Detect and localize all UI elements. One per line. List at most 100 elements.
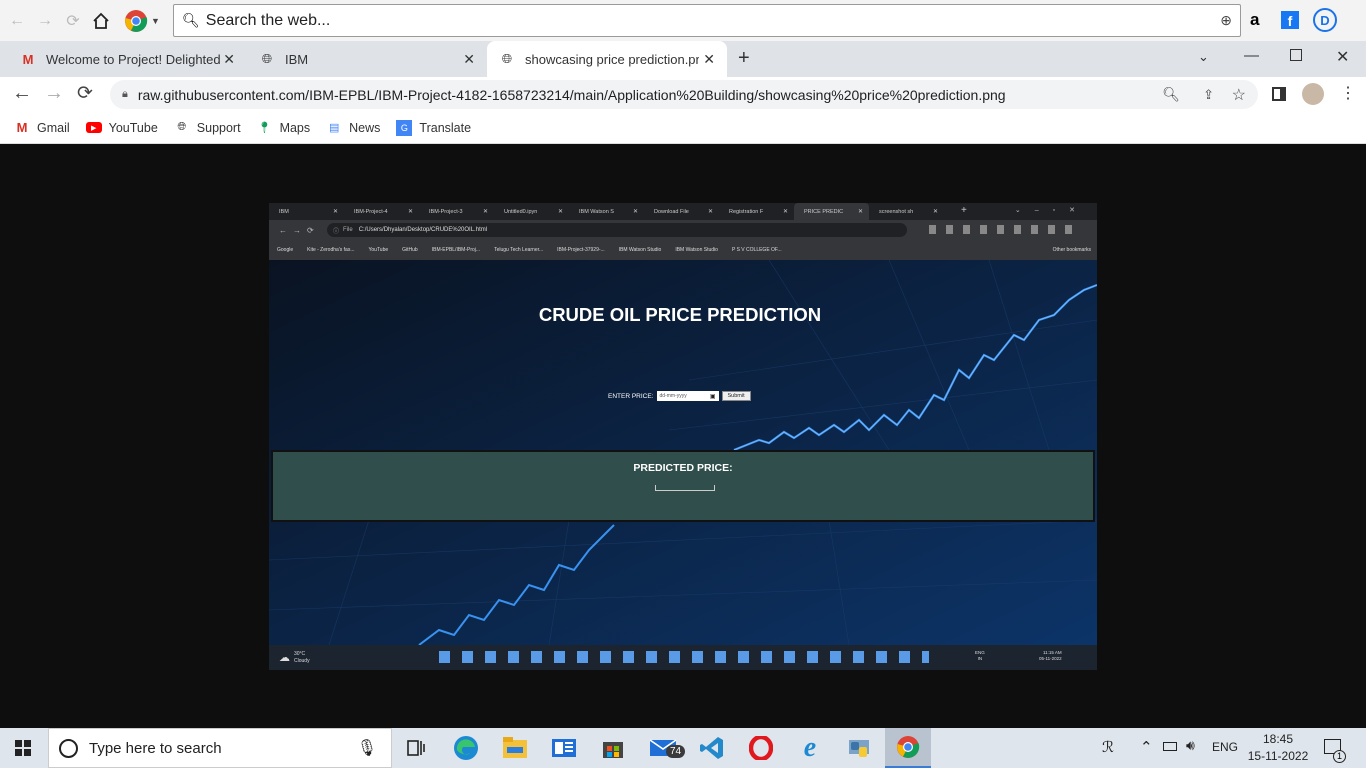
chrome-taskbar-icon[interactable]: [885, 728, 931, 768]
enter-price-form: ENTER PRICE: dd-mm-yyyy ▣ Submit: [608, 391, 751, 401]
tab-gmail[interactable]: M Welcome to Project! Delighted to ✕: [0, 41, 247, 77]
microphone-icon[interactable]: 🎙︎: [357, 738, 377, 758]
new-tab-icon[interactable]: +: [738, 47, 750, 70]
reload-icon[interactable]: ⟳: [62, 10, 84, 32]
tab-showcasing[interactable]: 🌐︎ showcasing price prediction.png ✕: [487, 41, 727, 77]
bookmark-maps[interactable]: 📍︎ Maps: [257, 120, 311, 136]
inner-bookmark: IBM Watson Studio: [618, 247, 662, 253]
bookmark-translate[interactable]: G Translate: [396, 119, 471, 136]
inner-tab: screenshot sh ✕: [879, 208, 938, 216]
reload-icon[interactable]: ⟳: [77, 82, 93, 105]
inner-tab: IBM-Project-3 ✕: [429, 208, 488, 216]
file-explorer-icon[interactable]: [492, 728, 538, 768]
opera-icon[interactable]: [738, 728, 784, 768]
web-search-input[interactable]: [205, 11, 1186, 30]
inner-close-tab-icon: ✕: [332, 209, 338, 215]
bookmark-support[interactable]: 🌐︎ Support: [174, 120, 240, 136]
inner-close-tab-icon: ✕: [407, 209, 413, 215]
inner-close-tab-icon: ✕: [482, 209, 488, 215]
enter-price-label: ENTER PRICE:: [608, 392, 654, 400]
url-text[interactable]: raw.githubusercontent.com/IBM-EPBL/IBM-P…: [138, 87, 1006, 103]
news-app-icon[interactable]: [541, 728, 587, 768]
web-search-box[interactable]: 🔍︎ ⊕: [173, 4, 1241, 37]
inner-close-tab-icon: ✕: [632, 209, 638, 215]
facebook-icon[interactable]: f: [1281, 11, 1299, 29]
address-bar: ← → ⟳ 🔒︎ raw.githubusercontent.com/IBM-E…: [0, 77, 1366, 112]
share-icon[interactable]: ⇪: [1203, 87, 1214, 103]
taskbar-search-box[interactable]: Type here to search 🎙︎: [48, 728, 392, 768]
inner-tab: Download File ✕: [654, 208, 713, 216]
displayed-screenshot: IBM ✕ IBM-Project-4 ✕ IBM-Project-3 ✕ Untitled…: [269, 203, 1097, 670]
amazon-icon[interactable]: a: [1250, 10, 1259, 30]
lock-icon: 🔒︎: [122, 88, 128, 100]
forward-icon[interactable]: →: [34, 10, 56, 32]
inner-bookmarks-bar: Google Kite - Zerodha's fas... YouTube GitH…: [269, 240, 1097, 260]
inner-weather-icon: ☁: [279, 652, 290, 664]
profile-avatar[interactable]: [1302, 83, 1324, 105]
notification-badge: 1: [1333, 750, 1346, 763]
close-tab-icon[interactable]: ✕: [463, 51, 475, 68]
show-hidden-icons[interactable]: ⌃: [1140, 738, 1153, 756]
windows-taskbar: Type here to search 🎙︎ 74 e ℛ ⌃ 🔊︎ ENG 1…: [0, 728, 1366, 768]
restore-icon[interactable]: [1290, 49, 1302, 61]
back-icon[interactable]: ←: [12, 82, 32, 105]
python-icon[interactable]: [836, 728, 882, 768]
inner-bookmark: IBM-Project-37929-...: [557, 247, 605, 253]
zoom-search-icon[interactable]: ⊕: [1220, 12, 1232, 29]
back-icon[interactable]: ←: [6, 10, 28, 32]
inner-close-tab-icon: ✕: [932, 209, 938, 215]
date-input[interactable]: dd-mm-yyyy ▣: [656, 391, 719, 401]
profile-d-icon[interactable]: D: [1313, 8, 1337, 32]
forward-icon[interactable]: →: [44, 82, 64, 105]
tab-ibm[interactable]: 🌐︎ IBM ✕: [247, 41, 487, 77]
windows-start-icon[interactable]: [0, 728, 46, 768]
close-tab-icon[interactable]: ✕: [703, 51, 715, 68]
home-icon[interactable]: [90, 10, 112, 32]
bookmark-news[interactable]: ▤ News: [326, 120, 380, 136]
menu-kebab-icon[interactable]: ⋮: [1340, 83, 1356, 103]
globe-icon: 🌐︎: [261, 51, 273, 66]
clock[interactable]: 18:45 15-11-2022: [1246, 731, 1310, 765]
gmail-icon: M: [16, 120, 28, 135]
bookmark-star-icon[interactable]: ☆: [1232, 85, 1246, 105]
globe-icon: 🌐︎: [177, 121, 187, 133]
task-view-icon[interactable]: [393, 728, 439, 768]
bookmark-youtube[interactable]: ▶ YouTube: [85, 121, 158, 135]
side-panel-icon[interactable]: [1272, 87, 1286, 101]
inner-taskbar: ☁ 30°C Cloudy ENG IN 11:15 AM 05-11-2022: [269, 645, 1097, 670]
close-tab-icon[interactable]: ✕: [223, 51, 235, 68]
language-indicator[interactable]: ENG: [1212, 740, 1238, 754]
tab-search-icon[interactable]: ⌄: [1198, 49, 1209, 65]
chrome-logo-icon[interactable]: ▼: [124, 9, 160, 33]
omnibox[interactable]: 🔒︎ raw.githubusercontent.com/IBM-EPBL/IB…: [110, 80, 1258, 109]
inner-tab: Registration F ✕: [729, 208, 788, 216]
inner-extension-icons: [929, 225, 1079, 234]
news-icon: ▤: [328, 122, 340, 134]
inner-bookmark: YouTube: [368, 247, 389, 253]
inner-close-tab-icon: ✕: [782, 209, 788, 215]
inner-close-tab-icon: ✕: [707, 209, 713, 215]
submit-button[interactable]: Submit: [721, 391, 751, 401]
inner-bookmark: Telugu Tech Learner...: [494, 247, 544, 253]
inner-tab: IBM Watson S ✕: [579, 208, 638, 216]
internet-explorer-icon[interactable]: e: [787, 728, 833, 768]
inner-new-tab-icon: +: [961, 205, 967, 216]
people-icon[interactable]: ℛ: [1102, 738, 1114, 756]
zoom-icon[interactable]: 🔍︎: [1162, 86, 1180, 103]
inner-tab: IBM ✕: [279, 208, 338, 216]
gmail-icon: M: [22, 51, 34, 67]
volume-icon[interactable]: 🔊︎: [1186, 737, 1195, 754]
edge-icon[interactable]: [443, 728, 489, 768]
mail-icon[interactable]: 74: [640, 728, 686, 768]
predicted-price-panel: PREDICTED PRICE:: [271, 450, 1095, 522]
vscode-icon[interactable]: [689, 728, 735, 768]
store-icon[interactable]: [590, 728, 636, 768]
minimize-icon[interactable]: —: [1244, 47, 1259, 64]
inner-bookmark: IBM Watson Studio: [675, 247, 718, 253]
search-icon: 🔍︎: [182, 12, 200, 28]
bookmark-gmail[interactable]: M Gmail: [14, 120, 70, 136]
close-window-icon[interactable]: ✕: [1336, 47, 1349, 67]
crude-oil-page: CRUDE OIL PRICE PREDICTION ENTER PRICE: …: [269, 260, 1097, 645]
battery-icon[interactable]: [1163, 742, 1177, 751]
calendar-icon[interactable]: ▣: [710, 393, 716, 400]
